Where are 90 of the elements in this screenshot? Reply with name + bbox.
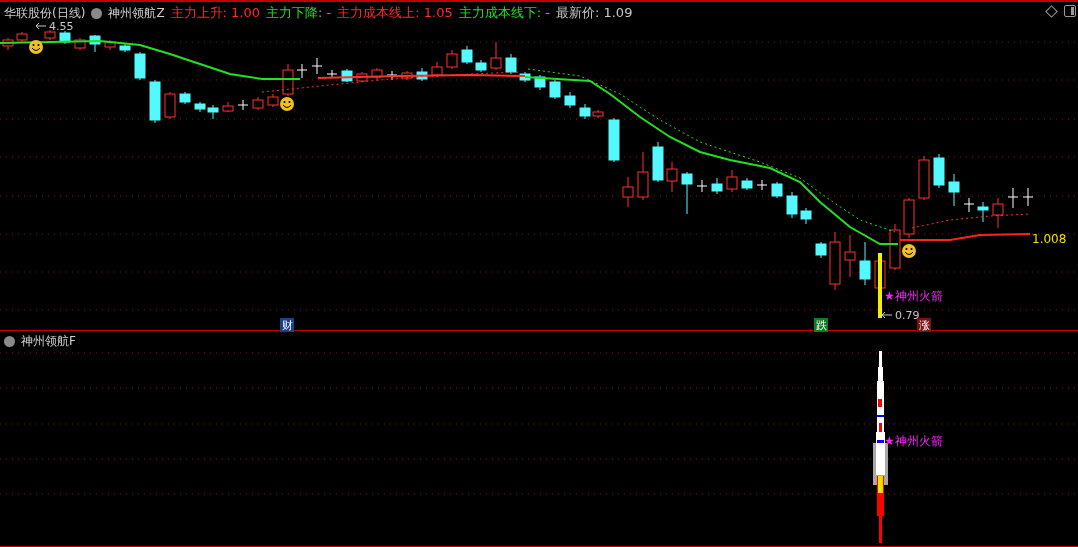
candlestick [844, 234, 856, 278]
candlestick [756, 179, 768, 191]
candlestick [564, 91, 576, 109]
indicator-name[interactable]: 神州领航Z [108, 4, 165, 22]
candlestick [267, 93, 279, 108]
smiley-icon [29, 40, 43, 54]
candlestick [608, 117, 620, 163]
candlestick [222, 101, 234, 113]
panel-toggle-icon[interactable] [1064, 5, 1076, 17]
candlestick [311, 57, 323, 75]
candlestick [903, 197, 915, 239]
candlestick [296, 63, 308, 79]
candlestick [416, 67, 428, 82]
legend-value: 主力下降: - [266, 4, 332, 22]
candlestick [534, 74, 546, 91]
candlestick [207, 104, 219, 120]
indicator-name[interactable]: 神州领航F [21, 333, 76, 351]
candlestick [386, 70, 398, 81]
candlestick [164, 91, 176, 120]
candlestick [800, 207, 812, 225]
candlestick [815, 241, 827, 259]
candlestick [59, 30, 71, 45]
candlestick [637, 151, 649, 201]
candlestick [992, 197, 1004, 229]
candlestick [104, 39, 116, 51]
candlestick [933, 153, 945, 189]
candlestick [431, 61, 443, 78]
candlestick [711, 177, 723, 195]
candlestick [475, 59, 487, 73]
candlestick [786, 191, 798, 219]
candlestick [252, 96, 264, 111]
candlestick [549, 79, 561, 100]
arrow-icon [35, 22, 47, 30]
candlestick [490, 41, 502, 71]
candlestick [859, 241, 871, 286]
candlestick [401, 70, 413, 81]
legend-value: 主力成本线上: 1.05 [337, 4, 453, 22]
candlestick [741, 177, 753, 191]
signal-label: ★神州火箭 [884, 434, 943, 449]
legend-value: 主力成本线下: - [458, 4, 550, 22]
candlestick [371, 67, 383, 81]
candlestick [119, 43, 131, 53]
candlestick [771, 181, 783, 199]
candlestick [622, 176, 634, 208]
candlestick [282, 63, 294, 97]
candlestick [446, 49, 458, 70]
candlestick [16, 31, 28, 43]
candlestick [948, 173, 960, 207]
smiley-icon [280, 97, 294, 111]
candlestick [134, 51, 146, 81]
candlestick [44, 29, 56, 41]
candlestick [341, 68, 353, 83]
low-price-label: 0.79 [895, 309, 920, 322]
candlestick [829, 231, 841, 291]
candlestick [652, 141, 664, 183]
candlestick [461, 45, 473, 65]
candlestick [194, 101, 206, 113]
signal-bar [878, 253, 882, 318]
event-marker: 跌 [814, 318, 828, 332]
candlestick [74, 37, 86, 51]
signal-label: ★神州火箭 [884, 289, 943, 303]
candlestick [963, 197, 975, 213]
indicator-value: 1.008 [1032, 232, 1067, 246]
candlestick [519, 71, 531, 83]
candlestick [918, 155, 930, 201]
candlestick [149, 79, 161, 124]
event-marker: 涨 [917, 318, 931, 332]
candlestick [1007, 187, 1019, 209]
legend-value: 主力上升: 1.00 [170, 4, 261, 22]
smiley-icon [902, 244, 916, 258]
legend-value: 最新价: 1.09 [555, 4, 633, 22]
candlestick [179, 91, 191, 105]
candlestick [977, 201, 989, 223]
candlestick [889, 223, 901, 271]
candlestick [726, 169, 738, 193]
candlestick [505, 53, 517, 75]
high-price-label: 4.55 [49, 20, 74, 33]
candlestick [681, 171, 693, 215]
arrow-icon [881, 311, 893, 319]
candlestick [89, 34, 101, 53]
candlestick [326, 69, 338, 79]
dropdown-icon[interactable] [91, 7, 103, 19]
candlestick [696, 179, 708, 193]
stock-title: 华联股份(日线) [4, 4, 86, 22]
candlestick [1022, 187, 1034, 207]
candlestick [237, 99, 249, 111]
candlestick [356, 71, 368, 83]
event-marker: 财 [280, 318, 294, 332]
candlestick [666, 161, 678, 193]
dropdown-icon[interactable] [4, 336, 15, 348]
